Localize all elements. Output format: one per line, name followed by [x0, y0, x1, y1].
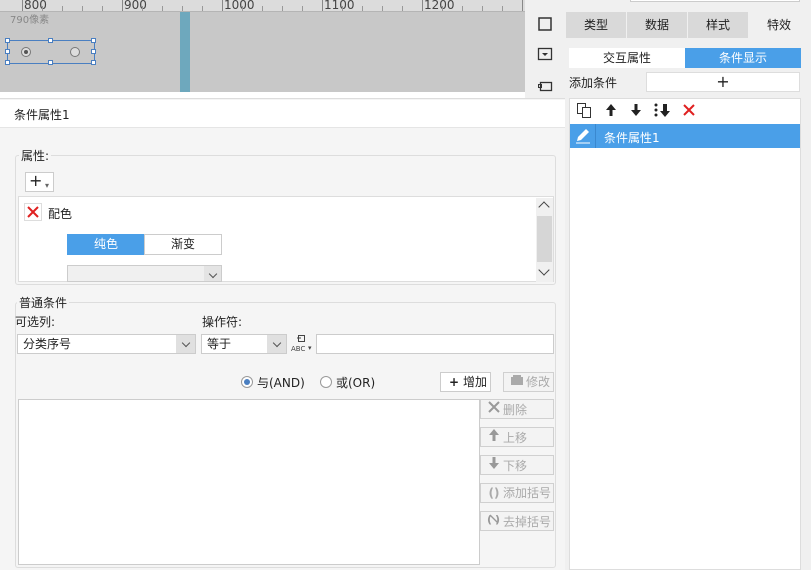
guide-line[interactable]	[180, 12, 190, 92]
abc-text: ABC	[291, 345, 306, 353]
operator-select[interactable]: 等于	[201, 334, 287, 354]
subtab-interaction[interactable]: 交互属性	[569, 48, 685, 68]
edit-pencil-icon[interactable]	[570, 124, 596, 148]
radio-off-icon	[70, 47, 80, 57]
operator-label: 操作符:	[202, 315, 243, 329]
scroll-up-icon[interactable]	[538, 201, 550, 213]
subtab-condition-display[interactable]: 条件显示	[685, 48, 801, 68]
vertical-toolbar	[525, 0, 565, 98]
plus-icon: +	[29, 171, 43, 190]
tab-type[interactable]: 类型	[566, 12, 626, 38]
frame-icon[interactable]	[537, 16, 553, 32]
chevron-down-icon[interactable]	[176, 335, 195, 353]
add-bracket-button[interactable]: () 添加括号	[480, 483, 554, 503]
arrow-up-icon	[485, 428, 503, 447]
tab-data[interactable]: 数据	[627, 12, 687, 38]
segment-solid[interactable]: 纯色	[67, 234, 145, 255]
tab-effects[interactable]: 特效	[749, 12, 809, 38]
arrow-up-icon[interactable]	[602, 102, 620, 120]
radio-widget[interactable]	[5, 38, 96, 65]
condition-item-label: 条件属性1	[604, 131, 660, 145]
and-label: 与(AND)	[257, 376, 305, 390]
arrow-down-icon	[485, 456, 503, 475]
arrow-down-icon[interactable]	[627, 102, 645, 120]
delete-icon[interactable]	[680, 102, 698, 120]
radio-and[interactable]	[241, 376, 253, 388]
ruler-label: 900	[124, 0, 147, 12]
condition-expression-area[interactable]	[18, 399, 480, 565]
svg-text:(: (	[487, 513, 492, 526]
remove-bracket-button[interactable]: () 去掉括号	[480, 511, 554, 531]
move-bottom-icon[interactable]	[653, 102, 671, 120]
move-up-button[interactable]: 上移	[480, 427, 554, 447]
layer-widget-icon[interactable]	[537, 78, 553, 94]
caret-down-icon: ▾	[308, 344, 312, 352]
panel-title-bar: 条件属性1	[0, 100, 565, 128]
ruler-label: 1000	[224, 0, 255, 12]
copy-icon[interactable]	[575, 102, 593, 120]
radio-on-icon	[21, 47, 31, 57]
attributes-label: 属性:	[19, 147, 52, 164]
add-attribute-button[interactable]: + ▾	[25, 172, 54, 192]
dropdown-widget-icon[interactable]	[537, 46, 553, 62]
color-select[interactable]	[67, 265, 222, 282]
remove-bracket-icon: ()	[485, 512, 503, 531]
value-type-icon[interactable]: ABC ▾	[291, 334, 313, 354]
modify-button[interactable]: 修改	[503, 372, 554, 392]
chevron-down-icon[interactable]	[204, 266, 221, 281]
ruler-label: 1200	[424, 0, 455, 12]
delete-icon	[485, 400, 503, 419]
attribute-scrollbar[interactable]	[536, 198, 553, 282]
add-button[interactable]: + 增加	[440, 372, 491, 392]
panel-title: 条件属性1	[14, 108, 70, 122]
ruler-label: 1100	[324, 0, 355, 12]
plus-icon: +	[448, 375, 460, 389]
column-select-value: 分类序号	[23, 337, 72, 351]
chevron-down-icon[interactable]	[267, 335, 286, 353]
pixel-label: 790像素	[10, 15, 50, 26]
scroll-thumb[interactable]	[537, 216, 552, 262]
scroll-down-icon[interactable]	[538, 264, 550, 276]
add-condition-label: 添加条件	[569, 76, 618, 90]
top-input[interactable]	[630, 0, 800, 2]
horizontal-ruler: 800 900 1000 1100 1200	[0, 0, 525, 12]
segment-gradient[interactable]: 渐变	[144, 234, 222, 255]
svg-text:): )	[495, 513, 500, 526]
condition-toolbar	[570, 100, 800, 122]
tab-style[interactable]: 样式	[688, 12, 748, 38]
remove-attribute-icon[interactable]	[24, 203, 42, 221]
delete-button[interactable]: 删除	[480, 399, 554, 419]
condition-list	[569, 98, 801, 570]
or-label: 或(OR)	[336, 376, 376, 390]
operator-select-value: 等于	[207, 337, 232, 351]
bracket-icon: ()	[488, 486, 500, 500]
caret-down-icon: ▾	[45, 181, 50, 190]
move-down-button[interactable]: 下移	[480, 455, 554, 475]
column-select[interactable]: 分类序号	[17, 334, 196, 354]
normal-conditions-label: 普通条件	[17, 294, 70, 311]
column-label: 可选列:	[15, 315, 56, 329]
condition-item[interactable]: 条件属性1	[570, 124, 800, 148]
attribute-name: 配色	[48, 207, 73, 221]
modify-icon	[508, 373, 526, 391]
condition-value-input[interactable]	[316, 334, 554, 354]
radio-or[interactable]	[320, 376, 332, 388]
add-condition-button[interactable]: +	[646, 72, 800, 92]
